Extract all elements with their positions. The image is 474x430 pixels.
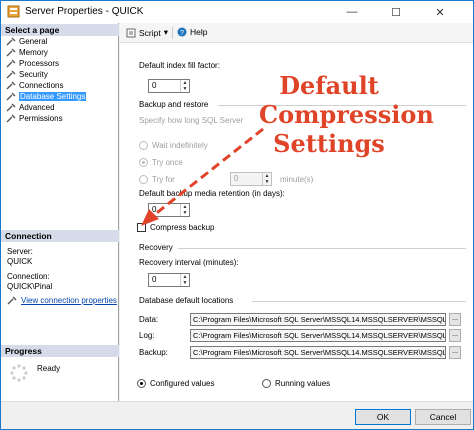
server-label: Server: [7,247,33,256]
help-button[interactable]: ? Help [177,27,207,37]
wrench-icon [6,37,16,46]
page-item-connections[interactable]: Connections [1,80,119,91]
page-item-memory[interactable]: Memory [1,47,119,58]
compress-backup-checkbox[interactable]: Compress backup [137,223,214,232]
svg-text:?: ? [180,30,184,37]
ok-button[interactable]: OK [355,409,411,425]
page-item-advanced[interactable]: Advanced [1,102,119,113]
help-icon: ? [177,27,187,37]
maximize-button[interactable]: ☐ [379,1,413,23]
section-divider [252,301,466,302]
log-browse-button[interactable]: ... [449,329,461,342]
data-location-label: Data: [139,315,159,324]
script-icon [126,28,136,37]
page-item-security[interactable]: Security [1,69,119,80]
data-location-field[interactable]: C:\Program Files\Microsoft SQL Server\MS… [190,313,446,326]
toolbar-separator [172,27,173,39]
wrench-icon [6,114,16,123]
retention-label: Default backup media retention (in days)… [139,189,285,198]
window-title: Server Properties - QUICK [25,6,144,17]
wrench-icon [6,70,16,79]
page-item-general[interactable]: General [1,36,119,47]
wait-indefinitely-radio[interactable]: Wait indefinitely [139,141,208,150]
specify-label: Specify how long SQL Server [139,116,244,125]
data-browse-button[interactable]: ... [449,313,461,326]
progress-heading: Progress [1,345,119,357]
connection-heading: Connection [1,230,119,242]
wrench-icon [6,92,16,101]
progress-status: Ready [37,364,61,373]
page-list: General Memory Processors Security Conne… [1,36,119,124]
wrench-icon [6,103,16,112]
section-divider [178,248,466,249]
page-item-database-settings[interactable]: Database Settings [1,91,119,102]
view-connection-properties-link[interactable]: View connection properties [7,296,117,305]
connection-value: QUICK\Pinal [7,282,53,291]
annotation-line-1: Default [279,71,379,100]
retention-spinner[interactable]: 0 ▲ ▼ [148,203,190,217]
spinner-arrows-icon[interactable]: ▲ ▼ [262,173,271,185]
recovery-heading: Recovery [139,243,173,252]
spinner-arrows-icon[interactable]: ▲ ▼ [180,80,189,92]
toolbar: Script ▾ ? Help [120,23,473,43]
title-bar[interactable]: Server Properties - QUICK — ☐ ✕ [1,1,473,23]
server-properties-window: Server Properties - QUICK — ☐ ✕ Select a… [0,0,474,430]
recovery-interval-spinner[interactable]: 0 ▲ ▼ [148,273,190,287]
wrench-icon [6,48,16,57]
annotation-text: Default Compression Settings [259,71,434,158]
log-location-label: Log: [139,331,155,340]
dialog-button-bar: OK Cancel [1,401,473,429]
chevron-down-icon: ▾ [163,27,169,37]
page-item-processors[interactable]: Processors [1,58,119,69]
annotation-line-2: Compression [259,100,434,129]
select-page-heading: Select a page [1,24,119,36]
log-location-field[interactable]: C:\Program Files\Microsoft SQL Server\MS… [190,329,446,342]
close-button[interactable]: ✕ [423,1,457,23]
server-app-icon [7,5,20,18]
configured-values-radio[interactable]: Configured values [137,379,214,388]
wrench-icon [6,81,16,90]
backup-location-label: Backup: [139,348,168,357]
progress-spinner-icon [10,364,28,382]
minimize-button[interactable]: — [335,1,369,23]
try-for-spinner[interactable]: 0 ▲ ▼ [230,172,272,186]
running-values-radio[interactable]: Running values [262,379,330,388]
try-for-radio[interactable]: Try for [139,175,175,184]
locations-heading: Database default locations [139,296,234,305]
left-panel: Select a page General Memory Processors … [1,23,119,401]
script-button[interactable]: Script ▾ [126,27,168,38]
connection-label: Connection: [7,272,50,281]
recovery-interval-label: Recovery interval (minutes): [139,258,239,267]
backup-browse-button[interactable]: ... [449,346,461,359]
cancel-button[interactable]: Cancel [415,409,471,425]
backup-restore-heading: Backup and restore [139,100,209,109]
annotation-line-3: Settings [273,129,385,158]
connection-properties-icon [7,296,17,305]
spinner-arrows-icon[interactable]: ▲ ▼ [180,204,189,216]
page-item-permissions[interactable]: Permissions [1,113,119,124]
server-value: QUICK [7,257,33,266]
wrench-icon [6,59,16,68]
spinner-arrows-icon[interactable]: ▲ ▼ [180,274,189,286]
try-once-radio[interactable]: Try once [139,158,183,167]
fill-factor-label: Default index fill factor: [139,61,220,70]
fill-factor-spinner[interactable]: 0 ▲ ▼ [148,79,190,93]
minutes-label: minute(s) [280,175,314,184]
backup-location-field[interactable]: C:\Program Files\Microsoft SQL Server\MS… [190,346,446,359]
